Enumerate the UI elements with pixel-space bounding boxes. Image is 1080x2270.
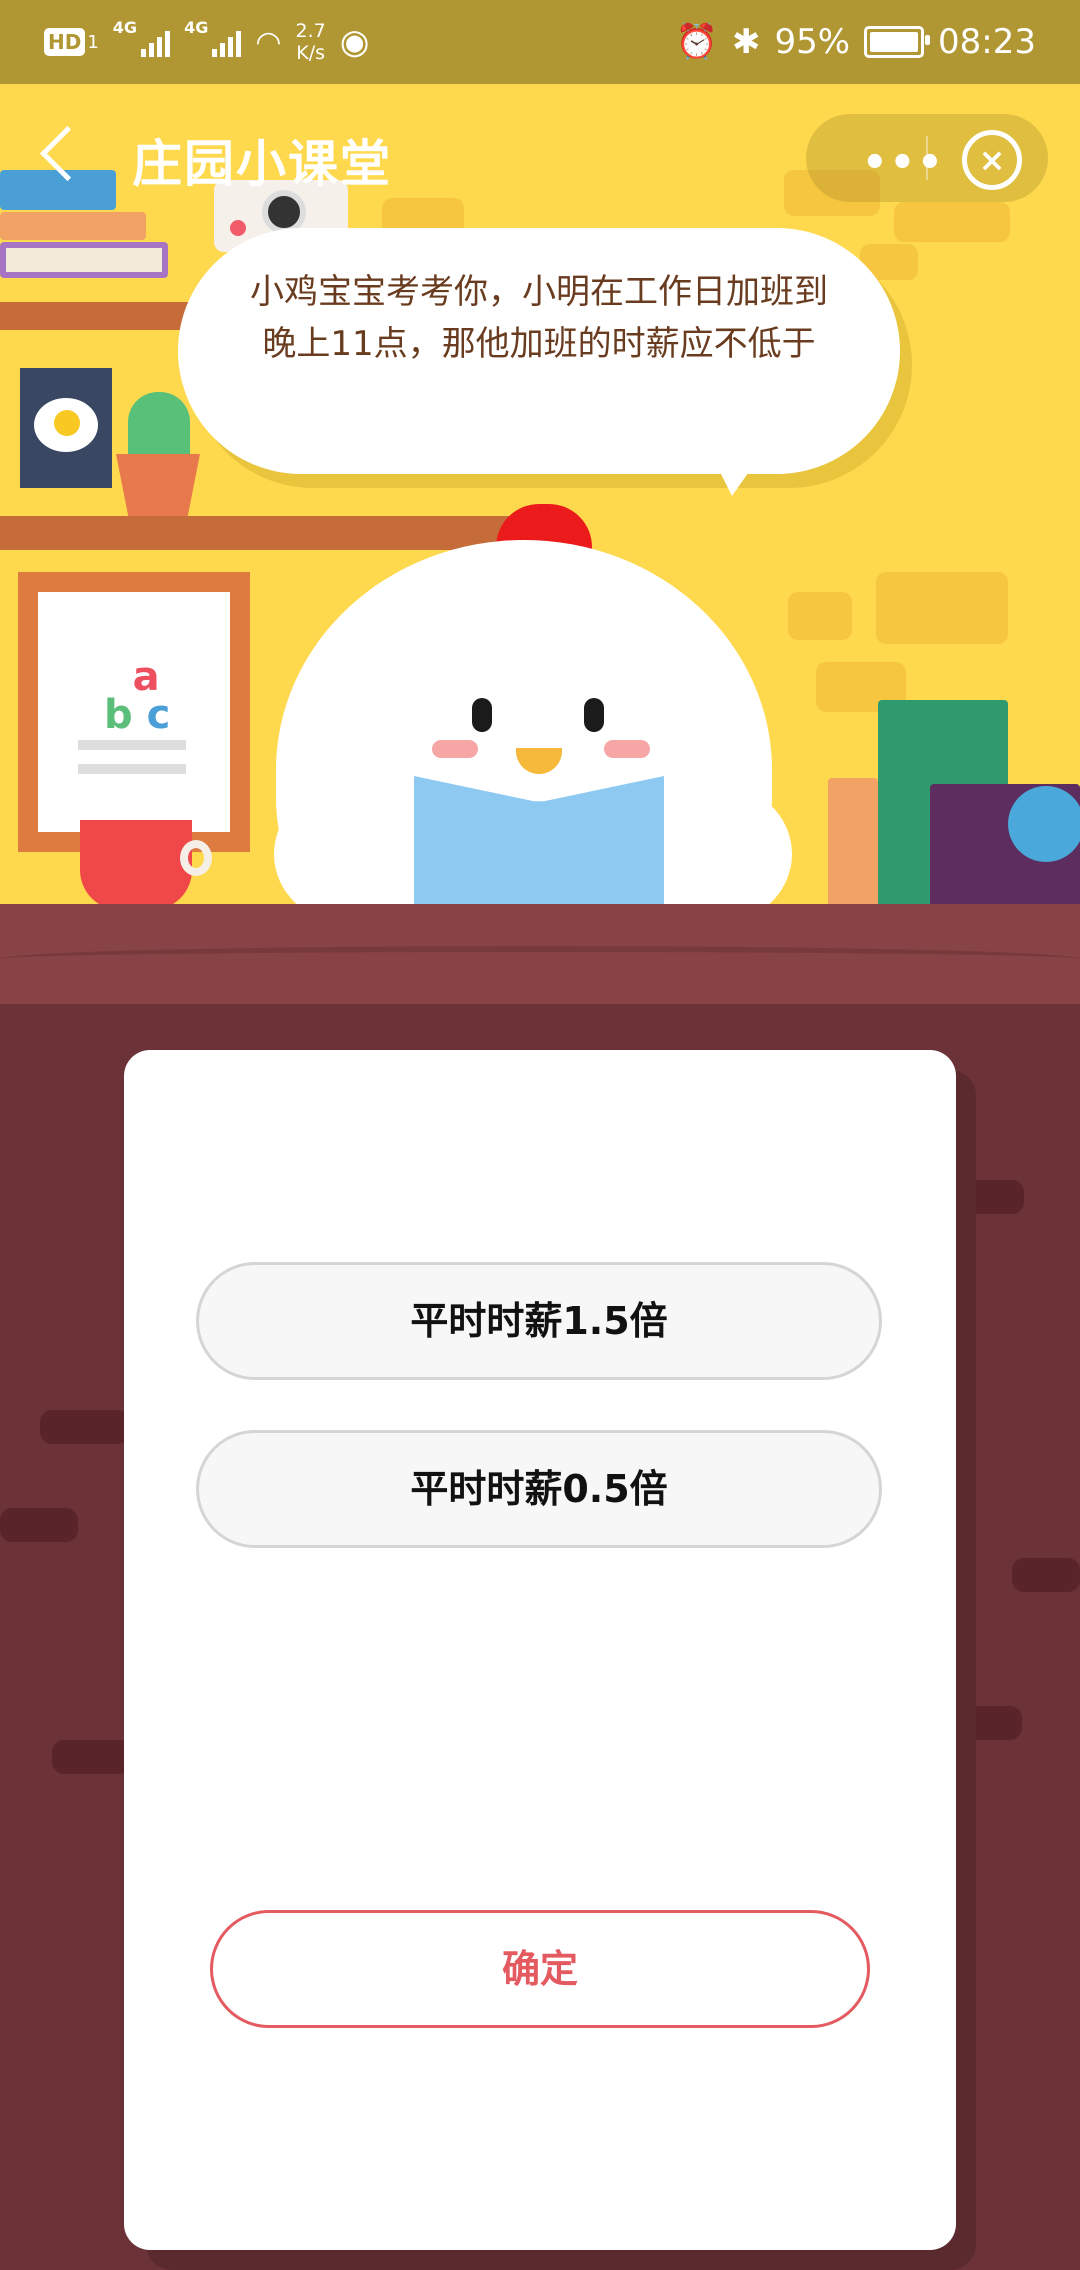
confirm-button[interactable]: 确定 bbox=[210, 1910, 870, 2028]
decor-dash bbox=[40, 1410, 130, 1444]
capsule-menu: ••• × bbox=[806, 114, 1048, 202]
network-type-2: 4G bbox=[184, 18, 209, 37]
wall-block bbox=[788, 592, 852, 640]
status-left: HD 1 4G 4G ◠ 2.7 K/s ◉ bbox=[44, 18, 369, 66]
alarm-icon: ⏰ bbox=[675, 22, 718, 62]
status-right: ⏰ ✱ 95% 08:23 bbox=[676, 18, 1036, 66]
cactus-illustration bbox=[128, 392, 190, 464]
question-bubble: 小鸡宝宝考考你，小明在工作日加班到晚上11点，那他加班的时薪应不低于 bbox=[178, 228, 900, 474]
bubble-tail bbox=[712, 456, 760, 496]
battery-icon bbox=[864, 26, 931, 58]
sim-label: 1 bbox=[87, 31, 99, 53]
mini-program-nav: 庄园小课堂 ••• × bbox=[0, 84, 1080, 234]
decor-dash bbox=[52, 1740, 132, 1774]
eye-comfort-icon: ◉ bbox=[339, 22, 370, 62]
abc-poster: a b c bbox=[18, 572, 250, 852]
status-bar: HD 1 4G 4G ◠ 2.7 K/s ◉ ⏰ ✱ 95% 08:23 bbox=[0, 0, 1080, 84]
chicken-blush bbox=[432, 740, 478, 758]
page-title: 庄园小课堂 bbox=[132, 135, 392, 193]
signal-icon-1 bbox=[141, 27, 171, 57]
poster-line bbox=[78, 740, 186, 750]
wifi-icon: ◠ bbox=[255, 24, 282, 60]
quiz-scene: 小鸡宝宝考考你，小明在工作日加班到晚上11点，那他加班的时薪应不低于 a b c bbox=[0, 84, 1080, 904]
plant-pot bbox=[116, 454, 200, 518]
chicken-eye bbox=[584, 698, 604, 732]
globe-illustration bbox=[1008, 786, 1080, 862]
clock: 08:23 bbox=[938, 22, 1036, 62]
more-icon[interactable]: ••• bbox=[862, 140, 945, 186]
back-arrow-icon[interactable] bbox=[39, 125, 96, 182]
signal-icon-2 bbox=[212, 27, 242, 57]
letter-c: c bbox=[146, 692, 171, 738]
chicken-eye bbox=[472, 698, 492, 732]
desk-wave bbox=[0, 946, 1080, 972]
letter-b: b bbox=[104, 692, 133, 738]
net-speed-value: 2.7 bbox=[295, 20, 326, 42]
decor-dash bbox=[1012, 1558, 1080, 1592]
red-mug bbox=[80, 820, 192, 904]
chicken-blush bbox=[604, 740, 650, 758]
bluetooth-icon: ✱ bbox=[731, 22, 761, 62]
net-speed: 2.7 K/s bbox=[296, 20, 326, 64]
answer-option-1[interactable]: 平时时薪1.5倍 bbox=[196, 1262, 882, 1380]
close-icon[interactable]: × bbox=[962, 130, 1022, 190]
mug-handle bbox=[180, 840, 212, 876]
book bbox=[0, 242, 168, 278]
answer-card bbox=[124, 1050, 956, 2250]
capsule-divider bbox=[926, 136, 928, 180]
network-type-1: 4G bbox=[112, 18, 138, 37]
egg-picture bbox=[20, 368, 112, 488]
decor-dash bbox=[0, 1508, 78, 1542]
answer-option-2[interactable]: 平时时薪0.5倍 bbox=[196, 1430, 882, 1548]
hd-icon: HD bbox=[44, 28, 86, 56]
question-text: 小鸡宝宝考考你，小明在工作日加班到晚上11点，那他加班的时薪应不低于 bbox=[250, 272, 828, 364]
poster-line bbox=[78, 764, 186, 774]
abc-letters: a b c bbox=[104, 654, 170, 735]
middle-shelf bbox=[0, 516, 520, 550]
wall-block bbox=[876, 572, 1008, 644]
net-speed-unit: K/s bbox=[296, 42, 325, 64]
upper-shelf bbox=[0, 302, 210, 330]
letter-a: a bbox=[132, 654, 160, 700]
battery-percent: 95% bbox=[774, 22, 851, 62]
book bbox=[828, 778, 878, 904]
